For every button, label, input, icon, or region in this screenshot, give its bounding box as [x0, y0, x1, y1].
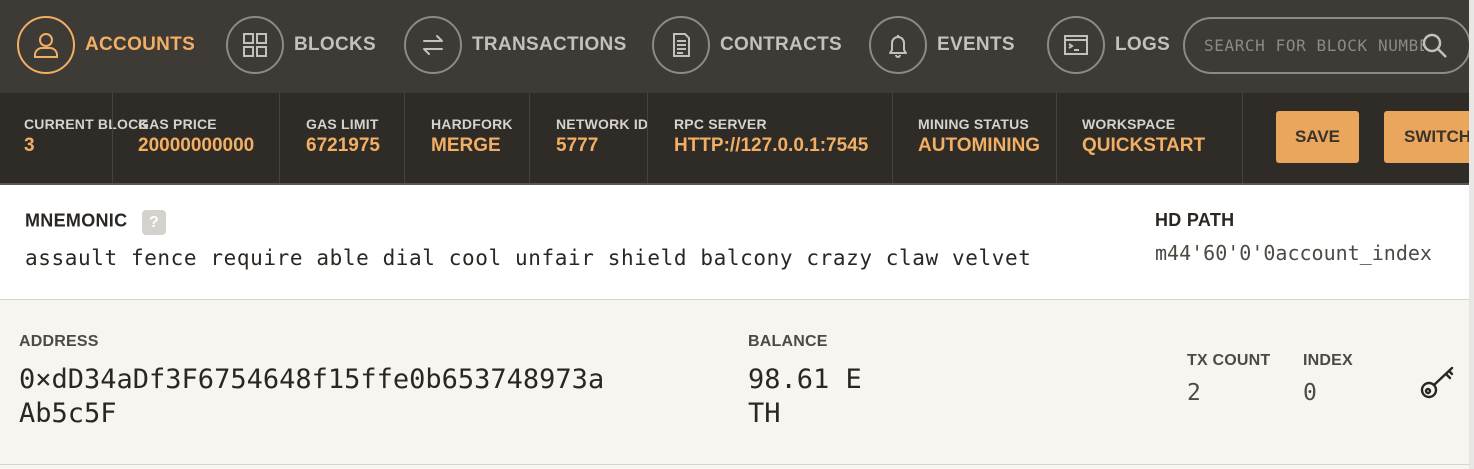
- mining-status-stat: MINING STATUS AUTOMINING: [918, 116, 1040, 157]
- balance-line-1: 98.61 E: [748, 364, 862, 395]
- mnemonic-words: assault fence require able dial cool unf…: [25, 246, 1032, 270]
- accounts-icon: [17, 16, 75, 74]
- hardfork-value: MERGE: [431, 135, 501, 156]
- tx-count-label: TX COUNT: [1187, 352, 1271, 369]
- status-bar: CURRENT BLOCK 3 GAS PRICE 20000000000 GA…: [0, 93, 1474, 185]
- nav-events[interactable]: EVENTS: [869, 16, 1015, 74]
- current-block-value: 3: [24, 135, 35, 156]
- search-input[interactable]: [1204, 36, 1424, 55]
- nav-logs-label: LOGS: [1115, 34, 1171, 55]
- blocks-icon: [226, 16, 284, 74]
- divider: [892, 93, 893, 183]
- ganache-app: ACCOUNTS BLOCKS TRANSACTIONS CONTRACTS E…: [0, 0, 1474, 469]
- divider: [529, 93, 530, 183]
- gas-limit-label: GAS LIMIT: [306, 116, 379, 132]
- balance-line-2: TH: [748, 398, 781, 429]
- save-button[interactable]: SAVE: [1276, 111, 1359, 163]
- address-label: ADDRESS: [19, 333, 99, 350]
- gas-limit-stat: GAS LIMIT 6721975: [306, 116, 380, 157]
- nav-contracts[interactable]: CONTRACTS: [652, 16, 842, 74]
- nav-events-label: EVENTS: [937, 34, 1015, 55]
- hardfork-label: HARDFORK: [431, 116, 513, 132]
- address-line-1: 0×dD34aDf3F6754648f15ffe0b653748973a: [19, 364, 605, 395]
- gas-price-label: GAS PRICE: [138, 116, 217, 132]
- switch-button[interactable]: SWITCH: [1384, 111, 1474, 163]
- divider: [1242, 93, 1243, 183]
- top-navigation: ACCOUNTS BLOCKS TRANSACTIONS CONTRACTS E…: [0, 0, 1474, 93]
- mnemonic-section: MNEMONIC ? assault fence require able di…: [0, 185, 1474, 300]
- divider: [647, 93, 648, 183]
- rpc-server-value: HTTP://127.0.0.1:7545: [674, 135, 869, 156]
- balance-label: BALANCE: [748, 333, 828, 350]
- mining-status-label: MINING STATUS: [918, 116, 1029, 132]
- gas-price-stat: GAS PRICE 20000000000: [138, 116, 254, 157]
- address-value: 0×dD34aDf3F6754648f15ffe0b653748973a Ab5…: [19, 363, 604, 431]
- key-icon[interactable]: [1418, 362, 1458, 402]
- mnemonic-label: MNEMONIC: [25, 210, 128, 231]
- network-id-value: 5777: [556, 135, 599, 156]
- network-id-stat: NETWORK ID 5777: [556, 116, 648, 157]
- gas-limit-value: 6721975: [306, 135, 380, 156]
- nav-accounts-label: ACCOUNTS: [85, 34, 196, 55]
- divider: [279, 93, 280, 183]
- bell-icon: [869, 16, 927, 74]
- workspace-value: QUICKSTART: [1082, 135, 1206, 156]
- contracts-icon: [652, 16, 710, 74]
- mining-status-value: AUTOMINING: [918, 135, 1041, 156]
- rpc-server-stat: RPC SERVER HTTP://127.0.0.1:7545: [674, 116, 868, 157]
- hd-path-label: HD PATH: [1155, 210, 1235, 230]
- current-block-stat: CURRENT BLOCK 3: [24, 116, 149, 157]
- balance-value: 98.61 E TH: [748, 363, 862, 431]
- address-line-2: Ab5c5F: [19, 398, 117, 429]
- gas-price-value: 20000000000: [138, 135, 255, 156]
- index-label: INDEX: [1303, 352, 1353, 369]
- nav-transactions-label: TRANSACTIONS: [472, 34, 627, 55]
- hd-path-value: m44'60'0'0account_index: [1155, 241, 1432, 265]
- nav-logs[interactable]: LOGS: [1047, 16, 1170, 74]
- account-row[interactable]: ADDRESS 0×dD34aDf3F6754648f15ffe0b653748…: [0, 300, 1474, 465]
- divider: [112, 93, 113, 183]
- rpc-server-label: RPC SERVER: [674, 116, 767, 132]
- nav-blocks[interactable]: BLOCKS: [226, 16, 376, 74]
- nav-contracts-label: CONTRACTS: [720, 34, 842, 55]
- nav-blocks-label: BLOCKS: [294, 34, 377, 55]
- network-id-label: NETWORK ID: [556, 116, 649, 132]
- window-scrollbar[interactable]: [1469, 0, 1474, 469]
- nav-accounts[interactable]: ACCOUNTS: [17, 16, 195, 74]
- transactions-icon: [404, 16, 462, 74]
- workspace-stat: WORKSPACE QUICKSTART: [1082, 116, 1205, 157]
- help-icon[interactable]: ?: [141, 210, 166, 235]
- terminal-icon: [1047, 16, 1105, 74]
- hardfork-stat: HARDFORK MERGE: [431, 116, 513, 157]
- index-value: 0: [1303, 380, 1317, 406]
- current-block-label: CURRENT BLOCK: [24, 116, 149, 132]
- mnemonic-header: MNEMONIC ?: [25, 210, 166, 235]
- divider: [1056, 93, 1057, 183]
- nav-transactions[interactable]: TRANSACTIONS: [404, 16, 627, 74]
- search-bar: [1183, 17, 1471, 74]
- tx-count-value: 2: [1187, 380, 1201, 406]
- workspace-label: WORKSPACE: [1082, 116, 1176, 132]
- divider: [404, 93, 405, 183]
- search-icon[interactable]: [1421, 32, 1449, 60]
